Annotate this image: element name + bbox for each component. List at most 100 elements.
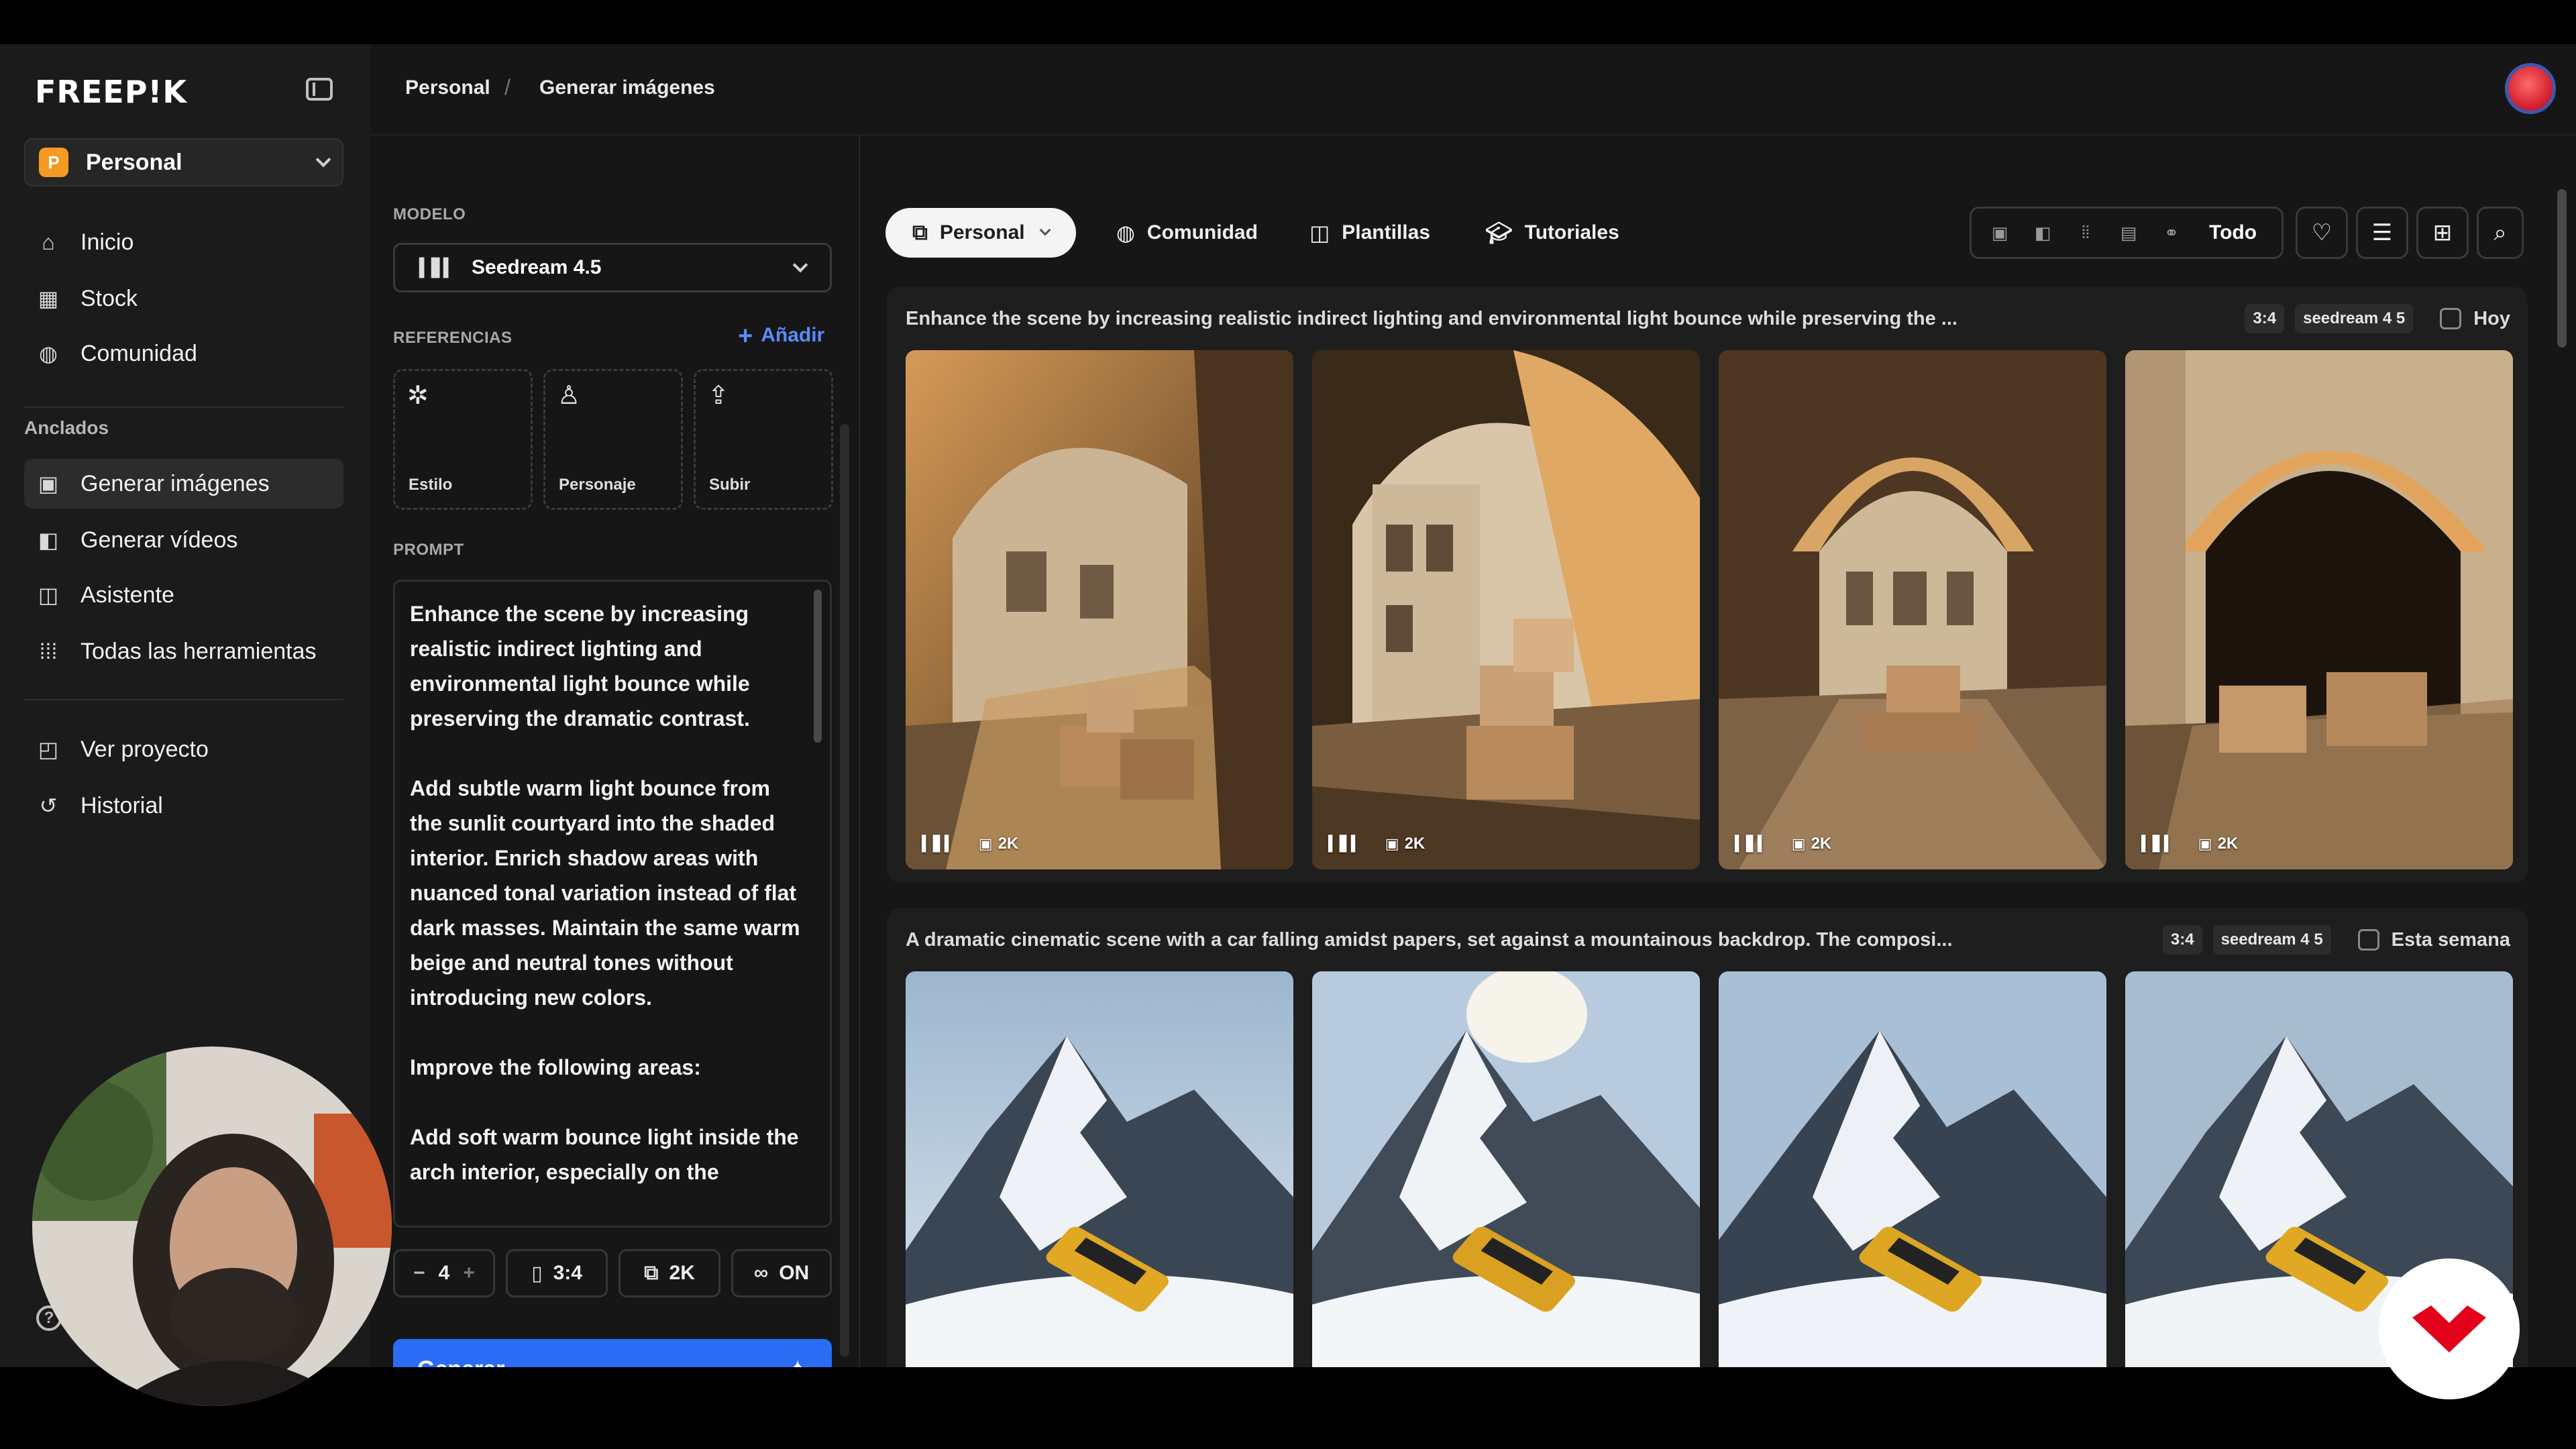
resolution-value: 2K [669, 1262, 695, 1284]
video-filter-icon[interactable]: ◧ [2031, 223, 2055, 243]
sidebar-divider [24, 407, 343, 408]
generated-image[interactable]: ▍▋▍ ▣ 2K [2125, 350, 2513, 869]
generate-button[interactable]: Generar ✦ [393, 1339, 832, 1367]
home-icon: ⌂ [42, 229, 55, 254]
image-filter-icon[interactable]: ▣ [1988, 223, 2012, 243]
favorites-icon[interactable]: ♡ [2296, 207, 2348, 259]
pinned-section-title: Anclados [24, 417, 109, 438]
filters-icon[interactable]: ☰ [2356, 207, 2408, 259]
tab-tutoriales[interactable]: 🎓︎ Tutoriales [1485, 208, 1619, 258]
increment-button[interactable]: + [463, 1262, 475, 1285]
sidebar-item-comunidad[interactable]: ◍ Comunidad [24, 329, 343, 378]
generated-image[interactable]: ▍▋▍ ▣ 2K [906, 350, 1293, 869]
batch-date: Esta semana [2391, 928, 2510, 951]
resize-icon: ⧉ [644, 1262, 659, 1284]
gallery-scrollbar[interactable] [2557, 189, 2567, 347]
sidebar-item-generar-imagenes[interactable]: ▣ Generar imágenes [24, 459, 343, 508]
model-icon: ▍▋▍ [1328, 835, 1362, 852]
loop-toggle[interactable]: ∞ ON [731, 1249, 832, 1297]
apps-icon: ⁞⁞⁞ [39, 639, 58, 663]
search-icon[interactable]: ⌕ [2477, 207, 2524, 259]
breadcrumb-root[interactable]: Personal [405, 76, 490, 99]
sidebar-item-inicio[interactable]: ⌂ Inicio [24, 217, 343, 267]
panel-scrollbar[interactable] [840, 424, 849, 1356]
reference-label: Estilo [409, 476, 453, 494]
infinity-icon: ∞ [753, 1262, 769, 1284]
generation-batch: Enhance the scene by increasing realisti… [887, 287, 2528, 883]
model-icon: ▍▋▍ [2141, 835, 2176, 852]
breadcrumb-separator: / [504, 75, 511, 99]
layers-icon: ⧉ [912, 220, 928, 244]
generated-image[interactable] [1719, 971, 2106, 1367]
tab-label: Tutoriales [1524, 221, 1619, 244]
model-value: Seedream 4.5 [472, 256, 602, 278]
tab-personal[interactable]: ⧉ Personal [885, 208, 1076, 258]
model-select[interactable]: ▍▋▍ Seedream 4.5 [393, 243, 832, 292]
model-badge: seedream 4 5 [2295, 304, 2414, 333]
audio-filter-icon[interactable]: ⦙⦙ [2074, 222, 2098, 243]
generated-image[interactable] [906, 971, 1293, 1367]
portrait-icon: ▯ [531, 1262, 543, 1285]
tab-plantillas[interactable]: ◫ Plantillas [1309, 208, 1430, 258]
freepik-logo[interactable]: FREEP!K [35, 74, 187, 110]
reference-label: Personaje [559, 476, 636, 494]
prompt-textarea[interactable]: Enhance the scene by increasing realisti… [393, 580, 832, 1228]
reference-character-card[interactable]: ♙ Personaje [543, 369, 683, 510]
aspect-ratio-button[interactable]: ▯ 3:4 [506, 1249, 608, 1297]
user-avatar[interactable] [2505, 63, 2556, 114]
sidebar-item-ver-proyecto[interactable]: ◰ Ver proyecto [24, 724, 343, 774]
select-batch-checkbox[interactable] [2440, 308, 2462, 329]
add-reference-button[interactable]: + Añadir [738, 322, 824, 351]
app-window: FREEP!K P Personal ⌂ Inicio ▦ Stock ◍ Co… [0, 44, 2576, 1367]
sidebar-item-label: Historial [80, 792, 163, 818]
gallery: ⧉ Personal ◍ Comunidad ◫ Plantillas 🎓︎ T… [861, 136, 2576, 1367]
media-filter[interactable]: ▣ ◧ ⦙⦙ ▤ ⚭ Todo [1970, 207, 2284, 259]
chevron-down-icon [315, 152, 331, 168]
generate-label: Generar [417, 1356, 788, 1368]
select-batch-checkbox[interactable] [2357, 929, 2379, 951]
tab-comunidad[interactable]: ◍ Comunidad [1116, 208, 1258, 258]
resolution-label: 2K [1404, 835, 1426, 853]
batch-prompt[interactable]: Enhance the scene by increasing realisti… [906, 308, 2234, 330]
sidebar-item-label: Generar imágenes [80, 470, 270, 496]
sidebar-item-stock[interactable]: ▦ Stock [24, 274, 343, 323]
channel-logo [2379, 1258, 2520, 1399]
template-filter-icon[interactable]: ▤ [2116, 223, 2141, 243]
top-bar: Personal / Generar imágenes [370, 44, 2576, 136]
breadcrumb-current: Generar imágenes [539, 76, 715, 99]
generated-image[interactable] [1312, 971, 1700, 1367]
webcam-overlay [32, 1046, 392, 1406]
resolution-label: 2K [998, 835, 1019, 853]
sidebar-item-asistente[interactable]: ◫ Asistente [24, 570, 343, 620]
sidebar-item-label: Asistente [80, 582, 174, 608]
mountain-car-image [1312, 971, 1700, 1367]
generated-image[interactable]: ▍▋▍ ▣ 2K [1719, 350, 2106, 869]
image-count-stepper[interactable]: − 4 + [393, 1249, 495, 1297]
red-chevron-icon [2412, 1305, 2486, 1352]
presenter-video [32, 1046, 392, 1406]
decrement-button[interactable]: − [413, 1262, 425, 1285]
aspect-ratio-value: 3:4 [553, 1262, 582, 1284]
workspace-label: Personal [86, 149, 182, 175]
collapse-sidebar-icon[interactable] [306, 78, 333, 101]
workspace-selector[interactable]: P Personal [24, 138, 343, 186]
globe-icon: ◍ [39, 341, 58, 366]
batch-prompt[interactable]: A dramatic cinematic scene with a car fa… [906, 929, 2152, 951]
prompt-scrollbar[interactable] [814, 590, 822, 743]
reference-style-card[interactable]: ✲ Estilo [393, 369, 533, 510]
batch-date: Hoy [2473, 307, 2510, 329]
sidebar-item-todas-herramientas[interactable]: ⁞⁞⁞ Todas las herramientas [24, 627, 343, 676]
image-icon: ▣ [1791, 835, 1806, 852]
resolution-label: 2K [1811, 835, 1832, 853]
link-filter-icon[interactable]: ⚭ [2159, 223, 2184, 243]
sidebar-item-historial[interactable]: ↺ Historial [24, 781, 343, 830]
resolution-button[interactable]: ⧉ 2K [619, 1249, 720, 1297]
mountain-car-image [906, 971, 1293, 1367]
generated-image[interactable]: ▍▋▍ ▣ 2K [1312, 350, 1700, 869]
sidebar-item-generar-videos[interactable]: ◧ Generar vídeos [24, 515, 343, 565]
reference-upload-card[interactable]: ⇪ Subir [694, 369, 833, 510]
filter-all-label[interactable]: Todo [2209, 221, 2257, 244]
batch-header: Enhance the scene by increasing realisti… [906, 302, 2510, 335]
model-badge: seedream 4 5 [2212, 925, 2331, 955]
grid-view-icon[interactable]: ⊞ [2416, 207, 2469, 259]
